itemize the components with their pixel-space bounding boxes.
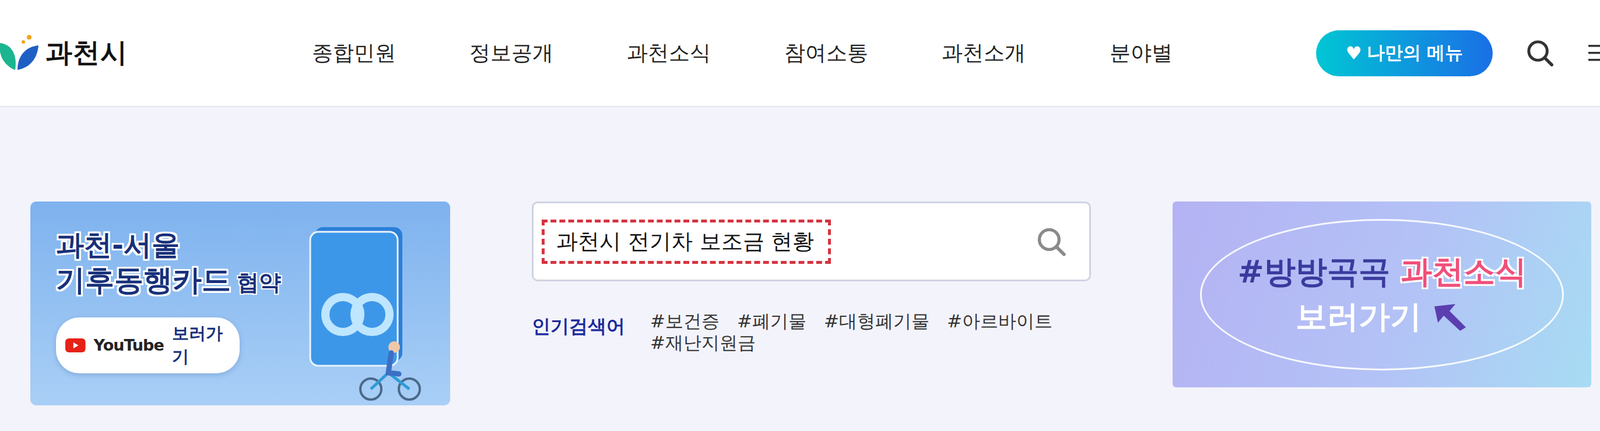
news-banner-title: 과천소식 — [1400, 251, 1527, 294]
banner-subtitle-row: 기후동행카드협약 — [55, 262, 282, 300]
logo-icon — [0, 31, 42, 75]
my-menu-button[interactable]: ♥나만의 메뉴 — [1316, 30, 1493, 77]
climate-card-banner[interactable]: 과천-서울기후동행카드협약 YouTube 보러가기 — [30, 201, 451, 406]
popular-label: 인기검색어 — [531, 310, 651, 340]
keyword-link[interactable]: #아르바이트 — [946, 310, 1053, 333]
banner-text: 과천-서울기후동행카드협약 YouTube 보러가기 — [55, 227, 282, 406]
keyword-link[interactable]: #재난지원금 — [650, 332, 756, 354]
keyword-link[interactable]: #폐기물 — [737, 310, 807, 333]
news-banner-line: 보러가기 — [1295, 296, 1469, 339]
popular-keywords: 인기검색어#보건증 #폐기물 #대형폐기물 #아르바이트 #재난지원금 — [531, 310, 1091, 354]
search-section: 과천시 전기차 보조금 현황인기검색어#보건증#폐기물#대형폐기물#아르바이트#… — [531, 201, 1091, 354]
news-banner[interactable]: #방방곡곡과천소식보러가기 — [1172, 201, 1592, 388]
nav-item[interactable]: 종합민원 — [275, 33, 433, 74]
youtube-brand: YouTube — [93, 336, 164, 355]
nav-item[interactable]: 과천소식 — [590, 33, 748, 74]
site-header: 과천시 종합민원정보공개과천소식참여소통과천소개분야별 ♥나만의 메뉴 — [0, 0, 1600, 108]
nav-item[interactable]: 정보공개 — [432, 33, 591, 74]
site-logo[interactable]: 과천시 — [0, 31, 276, 75]
search-submit[interactable] — [1034, 225, 1069, 259]
news-banner-cta: 보러가기 — [1295, 296, 1422, 339]
news-banner-hashtag: #방방곡곡 — [1237, 251, 1390, 294]
header-actions: ♥나만의 메뉴 — [1316, 30, 1600, 77]
nav-item[interactable]: 참여소통 — [747, 33, 905, 74]
search-button[interactable] — [1524, 37, 1556, 69]
heart-icon: ♥ — [1345, 42, 1363, 64]
my-menu-label: 나만의 메뉴 — [1366, 40, 1464, 66]
card-illustration — [306, 227, 424, 406]
keyword-link[interactable]: #대형폐기물 — [823, 310, 930, 333]
search-box: 과천시 전기차 보조금 현황 — [531, 201, 1091, 282]
keyword-link[interactable]: #보건증 — [650, 310, 720, 333]
menu-button[interactable] — [1587, 41, 1600, 65]
youtube-icon — [65, 337, 86, 354]
banner-subtitle-tag: 협약 — [236, 268, 282, 298]
main-nav: 종합민원정보공개과천소식참여소통과천소개분야별 — [275, 33, 1220, 74]
search-input[interactable]: 과천시 전기차 보조금 현황 — [541, 219, 831, 265]
keyword-list: #보건증 #폐기물 #대형폐기물 #아르바이트 #재난지원금 — [650, 310, 1053, 354]
news-banner-frame: #방방곡곡과천소식보러가기 — [1200, 219, 1564, 371]
logo-text: 과천시 — [45, 34, 128, 72]
search-icon — [1524, 37, 1556, 69]
youtube-label: 보러가기 — [172, 322, 231, 370]
news-banner-line: #방방곡곡과천소식 — [1237, 251, 1526, 294]
nav-item[interactable]: 과천소개 — [904, 33, 1063, 74]
banner-title: 과천-서울 — [55, 227, 282, 263]
banner-subtitle: 기후동행카드 — [55, 262, 231, 300]
search-value: 과천시 전기차 보조금 현황 — [556, 227, 814, 257]
main-visual: 과천-서울기후동행카드협약 YouTube 보러가기 과천시 전기차 보조금 현황인기… — [0, 107, 1600, 406]
cursor-arrow-icon — [1432, 302, 1469, 333]
search-icon — [1034, 225, 1069, 259]
youtube-button[interactable]: YouTube 보러가기 — [55, 317, 240, 374]
nav-item[interactable]: 분야별 — [1062, 33, 1220, 74]
transit-card-icon — [306, 227, 424, 403]
menu-icon — [1587, 41, 1600, 65]
